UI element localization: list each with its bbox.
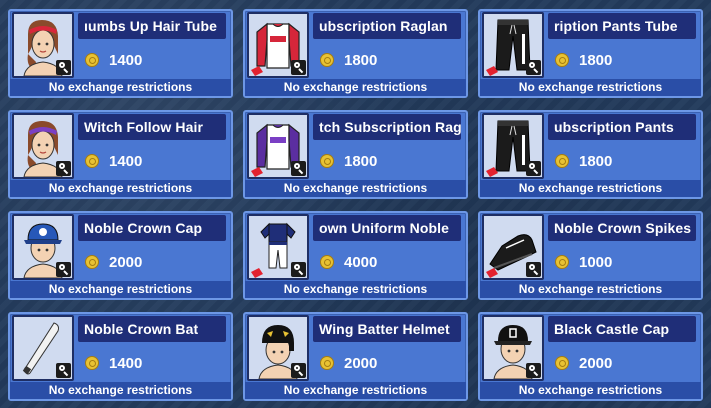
magnifier-icon[interactable]	[526, 60, 541, 75]
item-price: 1400	[109, 52, 143, 69]
item-price: 1800	[344, 153, 378, 170]
item-price: 1000	[579, 254, 613, 271]
shop-item-card[interactable]: Wing Batter Helmet 2000 No exchange rest…	[243, 312, 468, 401]
item-name-text: Noble Crown Cap	[84, 220, 203, 236]
item-name-label: Noble Crown Bat	[78, 316, 226, 342]
magnifier-icon[interactable]	[291, 363, 306, 378]
magnifier-icon[interactable]	[526, 161, 541, 176]
item-thumbnail[interactable]	[12, 12, 74, 78]
item-price: 1800	[579, 52, 613, 69]
magnifier-icon[interactable]	[291, 262, 306, 277]
item-price: 1800	[344, 52, 378, 69]
shop-item-card[interactable]: ription Pants Tube 1800 No exchange rest…	[478, 9, 703, 98]
item-name-label: Black Castle Cap	[548, 316, 696, 342]
item-thumbnail[interactable]	[247, 12, 309, 78]
item-price: 1400	[109, 355, 143, 372]
item-thumbnail[interactable]	[12, 113, 74, 179]
item-name-label: Witch Follow Hair	[78, 114, 226, 140]
item-name-text: own Uniform Noble	[319, 220, 450, 236]
exchange-restriction-label: No exchange restrictions	[10, 281, 231, 298]
gold-coin-icon	[320, 154, 334, 168]
exchange-restriction-label: No exchange restrictions	[480, 180, 701, 197]
item-name-label: Noble Crown Spikes	[548, 215, 696, 241]
item-thumbnail[interactable]	[482, 113, 544, 179]
item-name-label: ıumbs Up Hair Tube	[78, 13, 226, 39]
magnifier-icon[interactable]	[291, 161, 306, 176]
gold-coin-icon	[85, 154, 99, 168]
gold-coin-icon	[320, 356, 334, 370]
item-name-text: ubscription Raglan	[319, 18, 448, 34]
magnifier-icon[interactable]	[56, 60, 71, 75]
item-price: 2000	[109, 254, 143, 271]
shop-item-card[interactable]: Noble Crown Bat 1400 No exchange restric…	[8, 312, 233, 401]
exchange-restriction-label: No exchange restrictions	[10, 382, 231, 399]
item-name-text: Noble Crown Spikes	[554, 220, 692, 236]
gold-coin-icon	[85, 255, 99, 269]
item-name-text: ription Pants Tube	[554, 18, 678, 34]
exchange-restriction-label: No exchange restrictions	[10, 79, 231, 96]
gold-coin-icon	[555, 356, 569, 370]
gold-coin-icon	[555, 53, 569, 67]
gold-coin-icon	[555, 255, 569, 269]
item-name-label: tch Subscription Ragl	[313, 114, 461, 140]
magnifier-icon[interactable]	[56, 262, 71, 277]
gold-coin-icon	[320, 53, 334, 67]
item-name-text: ubscription Pants	[554, 119, 674, 135]
item-thumbnail[interactable]	[247, 214, 309, 280]
item-name-label: ription Pants Tube	[548, 13, 696, 39]
shop-item-card[interactable]: Witch Follow Hair 1400 No exchange restr…	[8, 110, 233, 199]
item-thumbnail[interactable]	[482, 315, 544, 381]
exchange-restriction-label: No exchange restrictions	[245, 382, 466, 399]
item-price: 1800	[579, 153, 613, 170]
item-name-label: ubscription Pants	[548, 114, 696, 140]
magnifier-icon[interactable]	[526, 363, 541, 378]
item-thumbnail[interactable]	[482, 214, 544, 280]
item-name-text: Black Castle Cap	[554, 321, 670, 337]
gold-coin-icon	[555, 154, 569, 168]
item-name-label: Wing Batter Helmet	[313, 316, 461, 342]
shop-item-card[interactable]: Noble Crown Cap 2000 No exchange restric…	[8, 211, 233, 300]
item-thumbnail[interactable]	[247, 315, 309, 381]
item-name-text: Witch Follow Hair	[84, 119, 204, 135]
item-name-label: own Uniform Noble	[313, 215, 461, 241]
gold-coin-icon	[85, 356, 99, 370]
item-thumbnail[interactable]	[247, 113, 309, 179]
item-thumbnail[interactable]	[12, 315, 74, 381]
item-name-label: Noble Crown Cap	[78, 215, 226, 241]
exchange-restriction-label: No exchange restrictions	[480, 79, 701, 96]
magnifier-icon[interactable]	[291, 60, 306, 75]
exchange-restriction-label: No exchange restrictions	[10, 180, 231, 197]
magnifier-icon[interactable]	[56, 363, 71, 378]
item-thumbnail[interactable]	[482, 12, 544, 78]
exchange-restriction-label: No exchange restrictions	[480, 382, 701, 399]
exchange-restriction-label: No exchange restrictions	[245, 281, 466, 298]
item-name-text: tch Subscription Ragl	[319, 119, 461, 135]
shop-item-card[interactable]: own Uniform Noble 4000 No exchange restr…	[243, 211, 468, 300]
item-price: 2000	[344, 355, 378, 372]
item-thumbnail[interactable]	[12, 214, 74, 280]
shop-item-card[interactable]: Noble Crown Spikes 1000 No exchange rest…	[478, 211, 703, 300]
shop-item-card[interactable]: ubscription Raglan 1800 No exchange rest…	[243, 9, 468, 98]
item-price: 2000	[579, 355, 613, 372]
shop-item-card[interactable]: tch Subscription Ragl 1800 No exchange r…	[243, 110, 468, 199]
gold-coin-icon	[85, 53, 99, 67]
exchange-restriction-label: No exchange restrictions	[480, 281, 701, 298]
item-name-text: Noble Crown Bat	[84, 321, 199, 337]
shop-item-card[interactable]: ıumbs Up Hair Tube 1400 No exchange rest…	[8, 9, 233, 98]
item-price: 1400	[109, 153, 143, 170]
exchange-restriction-label: No exchange restrictions	[245, 79, 466, 96]
shop-item-card[interactable]: Black Castle Cap 2000 No exchange restri…	[478, 312, 703, 401]
exchange-restriction-label: No exchange restrictions	[245, 180, 466, 197]
item-name-text: Wing Batter Helmet	[319, 321, 450, 337]
gold-coin-icon	[320, 255, 334, 269]
item-name-label: ubscription Raglan	[313, 13, 461, 39]
item-price: 4000	[344, 254, 378, 271]
shop-item-card[interactable]: ubscription Pants 1800 No exchange restr…	[478, 110, 703, 199]
item-name-text: ıumbs Up Hair Tube	[84, 18, 217, 34]
magnifier-icon[interactable]	[526, 262, 541, 277]
magnifier-icon[interactable]	[56, 161, 71, 176]
